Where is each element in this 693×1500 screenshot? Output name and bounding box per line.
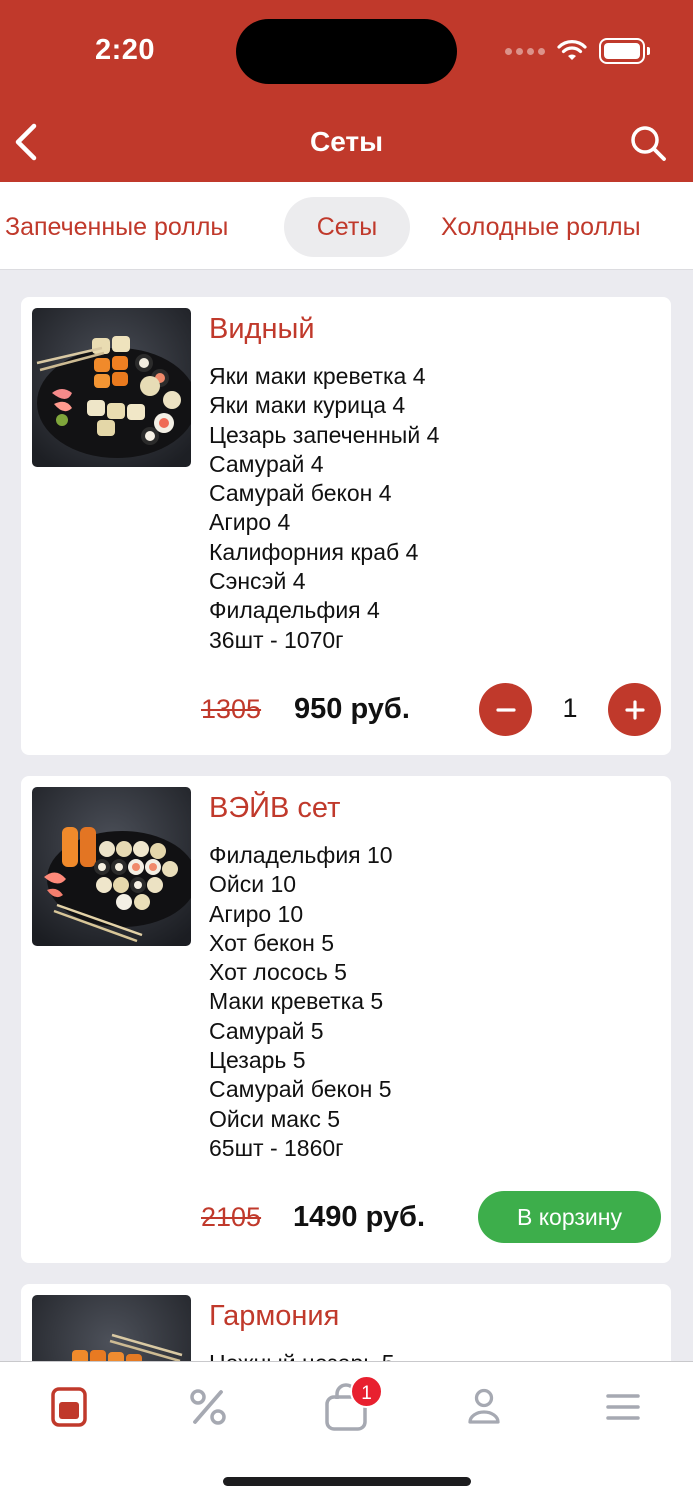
category-tabs: Запеченные роллы Сеты Холодные роллы xyxy=(0,182,693,270)
product-weight: 65шт - 1860г xyxy=(209,1134,344,1161)
product-item: Хот лосось 5 xyxy=(209,959,347,986)
product-item: Самурай бекон 4 xyxy=(209,480,392,507)
product-item: Филадельфия 4 xyxy=(209,597,380,624)
wifi-icon xyxy=(557,40,587,60)
product-title[interactable]: Видный xyxy=(209,313,315,346)
discount-icon xyxy=(190,1389,226,1425)
product-card: Видный Яки маки креветка 4 Яки маки кури… xyxy=(21,297,671,755)
price: 950 руб. xyxy=(294,693,410,725)
product-description: Филадельфия 10 Ойси 10 Агиро 10 Хот беко… xyxy=(209,841,393,1163)
decrease-quantity-button[interactable] xyxy=(479,683,532,736)
tab-sets[interactable]: Сеты xyxy=(284,197,410,257)
status-time: 2:20 xyxy=(95,34,156,66)
product-item: Калифорния краб 4 xyxy=(209,538,419,565)
product-card: ВЭЙВ сет Филадельфия 10 Ойси 10 Агиро 10… xyxy=(21,776,671,1263)
product-item: Агиро 10 xyxy=(209,900,304,927)
quantity-value: 1 xyxy=(562,693,578,723)
old-price: 2105 xyxy=(201,1202,262,1232)
product-image[interactable] xyxy=(32,787,191,946)
tab-menu[interactable] xyxy=(44,1384,94,1430)
minus-icon xyxy=(495,707,516,712)
product-item: Самурай бекон 5 xyxy=(209,1076,392,1103)
product-item: Цезарь 5 xyxy=(209,1047,306,1074)
product-item: Маки креветка 5 xyxy=(209,988,384,1015)
dynamic-island xyxy=(236,19,457,84)
product-title[interactable]: ВЭЙВ сет xyxy=(209,792,340,825)
more-icon xyxy=(606,1394,640,1420)
tab-cold-rolls[interactable]: Холодные роллы xyxy=(441,197,641,257)
cart-badge: 1 xyxy=(350,1375,383,1408)
product-weight: 36шт - 1070г xyxy=(209,626,344,653)
product-description: Яки маки креветка 4 Яки маки курица 4 Це… xyxy=(209,362,439,655)
tab-more[interactable] xyxy=(598,1384,648,1430)
product-item: Ойси макс 5 xyxy=(209,1105,341,1132)
tab-baked-rolls[interactable]: Запеченные роллы xyxy=(5,197,228,257)
product-item: Яки маки креветка 4 xyxy=(209,363,426,389)
product-item: Хот бекон 5 xyxy=(209,929,334,956)
battery-icon xyxy=(599,38,650,64)
product-item: Филадельфия 10 xyxy=(209,842,393,868)
status-icons xyxy=(505,38,650,64)
product-item: Ойси 10 xyxy=(209,871,297,898)
menu-icon xyxy=(51,1387,87,1427)
price: 1490 руб. xyxy=(293,1201,426,1233)
product-item: Цезарь запеченный 4 xyxy=(209,421,440,448)
old-price: 1305 xyxy=(201,694,262,724)
product-item: Самурай 4 xyxy=(209,450,324,477)
profile-icon xyxy=(468,1388,500,1424)
search-icon[interactable] xyxy=(629,124,667,162)
tab-discounts[interactable] xyxy=(183,1384,233,1430)
plus-icon xyxy=(624,699,645,720)
product-item: Агиро 4 xyxy=(209,509,291,536)
page-title: Сеты xyxy=(309,126,384,157)
app-header: 2:20 Сеты xyxy=(0,0,693,182)
product-title[interactable]: Гармония xyxy=(209,1300,339,1333)
product-item: Сэнсэй 4 xyxy=(209,568,306,595)
tab-profile[interactable] xyxy=(459,1384,509,1430)
product-item: Яки маки курица 4 xyxy=(209,392,406,419)
add-to-cart-button[interactable]: В корзину xyxy=(478,1191,661,1243)
increase-quantity-button[interactable] xyxy=(608,683,661,736)
signal-icon xyxy=(505,47,545,55)
product-image[interactable] xyxy=(32,308,191,467)
home-indicator xyxy=(223,1477,471,1486)
product-item: Самурай 5 xyxy=(209,1017,324,1044)
